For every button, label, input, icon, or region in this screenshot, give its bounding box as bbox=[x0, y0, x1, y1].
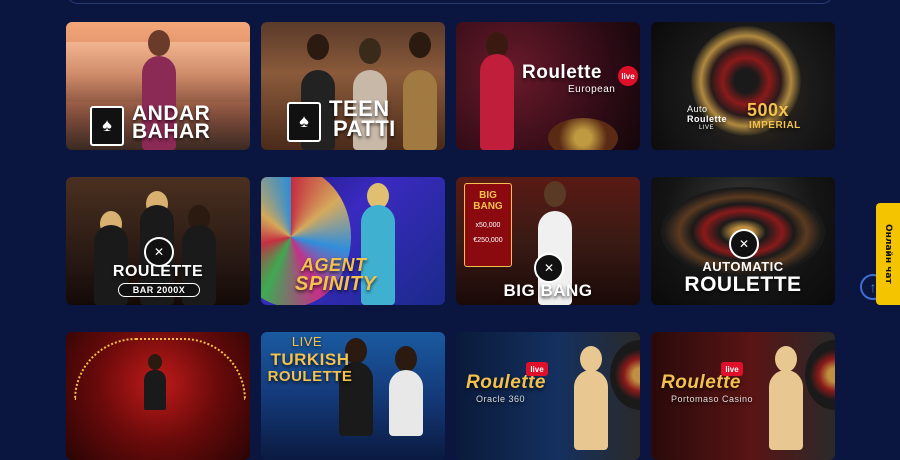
roulette-subtitle: European bbox=[568, 84, 616, 95]
dealer-head bbox=[544, 181, 566, 207]
game-card-andar-bahar[interactable]: ♠ ANDAR BAHAR bbox=[66, 22, 250, 150]
multiplier-label: 500x bbox=[747, 100, 790, 120]
roulette-wheel bbox=[805, 340, 835, 410]
roulette-title: Roulette bbox=[522, 62, 602, 83]
big-bang-sign: BIG BANG x50,000 €250,000 bbox=[464, 183, 512, 267]
imperial-label: IMPERIAL bbox=[749, 120, 801, 131]
roulette-subtitle: Oracle 360 bbox=[476, 394, 526, 404]
card-deck-icon: ♠ bbox=[90, 106, 124, 146]
game-card-agent-spinity[interactable]: AGENT SPINITY bbox=[261, 177, 445, 305]
sign-line-multiplier: x50,000 bbox=[475, 222, 501, 229]
dealer-figure bbox=[144, 370, 166, 410]
game-card-roulette-european[interactable]: Roulette live European bbox=[456, 22, 640, 150]
turkish-title: TURKISH bbox=[270, 350, 350, 369]
game-card-auto-roulette-imperial[interactable]: Auto Roulette LIVE 500x IMPERIAL bbox=[651, 22, 835, 150]
live-label: LIVE bbox=[699, 125, 715, 131]
dealer-head bbox=[775, 346, 797, 372]
automatic-title: AUTOMATIC bbox=[702, 259, 784, 274]
roulette-title: ROULETTE bbox=[684, 273, 802, 296]
casino-logo-icon: ✕ bbox=[729, 229, 759, 259]
game-card-red-lounge[interactable] bbox=[66, 332, 250, 460]
sign-line-big: BIG bbox=[479, 190, 497, 201]
live-badge: live bbox=[721, 362, 743, 376]
bahar-title: BAHAR bbox=[132, 120, 211, 143]
game-card-roulette-portomaso[interactable]: Roulette live Portomaso Casino bbox=[651, 332, 835, 460]
live-badge: live bbox=[526, 362, 548, 376]
game-card-big-bang[interactable]: BIG BANG x50,000 €250,000 ✕ BIG BANG bbox=[456, 177, 640, 305]
dealer-figure bbox=[574, 370, 608, 450]
roulette-title: ROULETTE bbox=[112, 263, 204, 280]
casino-logo-icon: ✕ bbox=[534, 253, 564, 283]
live-label: LIVE bbox=[291, 334, 323, 349]
game-grid: ♠ ANDAR BAHAR ♠ TEEN PATTI Roulette live… bbox=[66, 22, 835, 460]
roulette-wheel bbox=[610, 340, 640, 410]
game-card-roulette-oracle-360[interactable]: Roulette live Oracle 360 bbox=[456, 332, 640, 460]
game-card-automatic-roulette[interactable]: ✕ AUTOMATIC ROULETTE bbox=[651, 177, 835, 305]
online-chat-label: Онлайн чат bbox=[883, 224, 893, 284]
dealer-head bbox=[395, 346, 417, 372]
game-card-teen-patti[interactable]: ♠ TEEN PATTI bbox=[261, 22, 445, 150]
sign-line-bang: BANG bbox=[473, 201, 503, 212]
card-deck-icon: ♠ bbox=[287, 102, 321, 142]
bar-2000x-label: BAR 2000X bbox=[118, 283, 200, 297]
dealer-head bbox=[409, 32, 431, 58]
dealer-head bbox=[359, 38, 381, 64]
roulette-subtitle: Portomaso Casino bbox=[671, 394, 754, 404]
big-bang-title: BIG BANG bbox=[503, 281, 593, 300]
dealer-figure bbox=[769, 370, 803, 450]
dealer-figure bbox=[403, 70, 437, 150]
roulette-title: ROULETTE bbox=[267, 368, 353, 385]
dealer-head bbox=[148, 354, 162, 370]
roulette-label: Roulette bbox=[687, 114, 727, 124]
auto-label: Auto bbox=[687, 104, 708, 114]
live-badge: live bbox=[618, 66, 638, 86]
game-card-roulette-bar-2000x[interactable]: ✕ ROULETTE BAR 2000X bbox=[66, 177, 250, 305]
dealer-figure bbox=[389, 370, 423, 436]
patti-title: PATTI bbox=[333, 116, 396, 141]
dealer-head bbox=[307, 34, 329, 60]
search-bar-edge[interactable] bbox=[66, 0, 834, 4]
roulette-wheel bbox=[548, 118, 618, 150]
dealer-figure bbox=[480, 54, 514, 150]
sign-line-amount: €250,000 bbox=[473, 237, 503, 244]
game-card-turkish-roulette[interactable]: LIVE TURKISH ROULETTE bbox=[261, 332, 445, 460]
dealer-head bbox=[580, 346, 602, 372]
dealer-head bbox=[148, 30, 170, 56]
online-chat-tab[interactable]: Онлайн чат bbox=[876, 203, 900, 305]
spinity-title: SPINITY bbox=[295, 273, 377, 295]
